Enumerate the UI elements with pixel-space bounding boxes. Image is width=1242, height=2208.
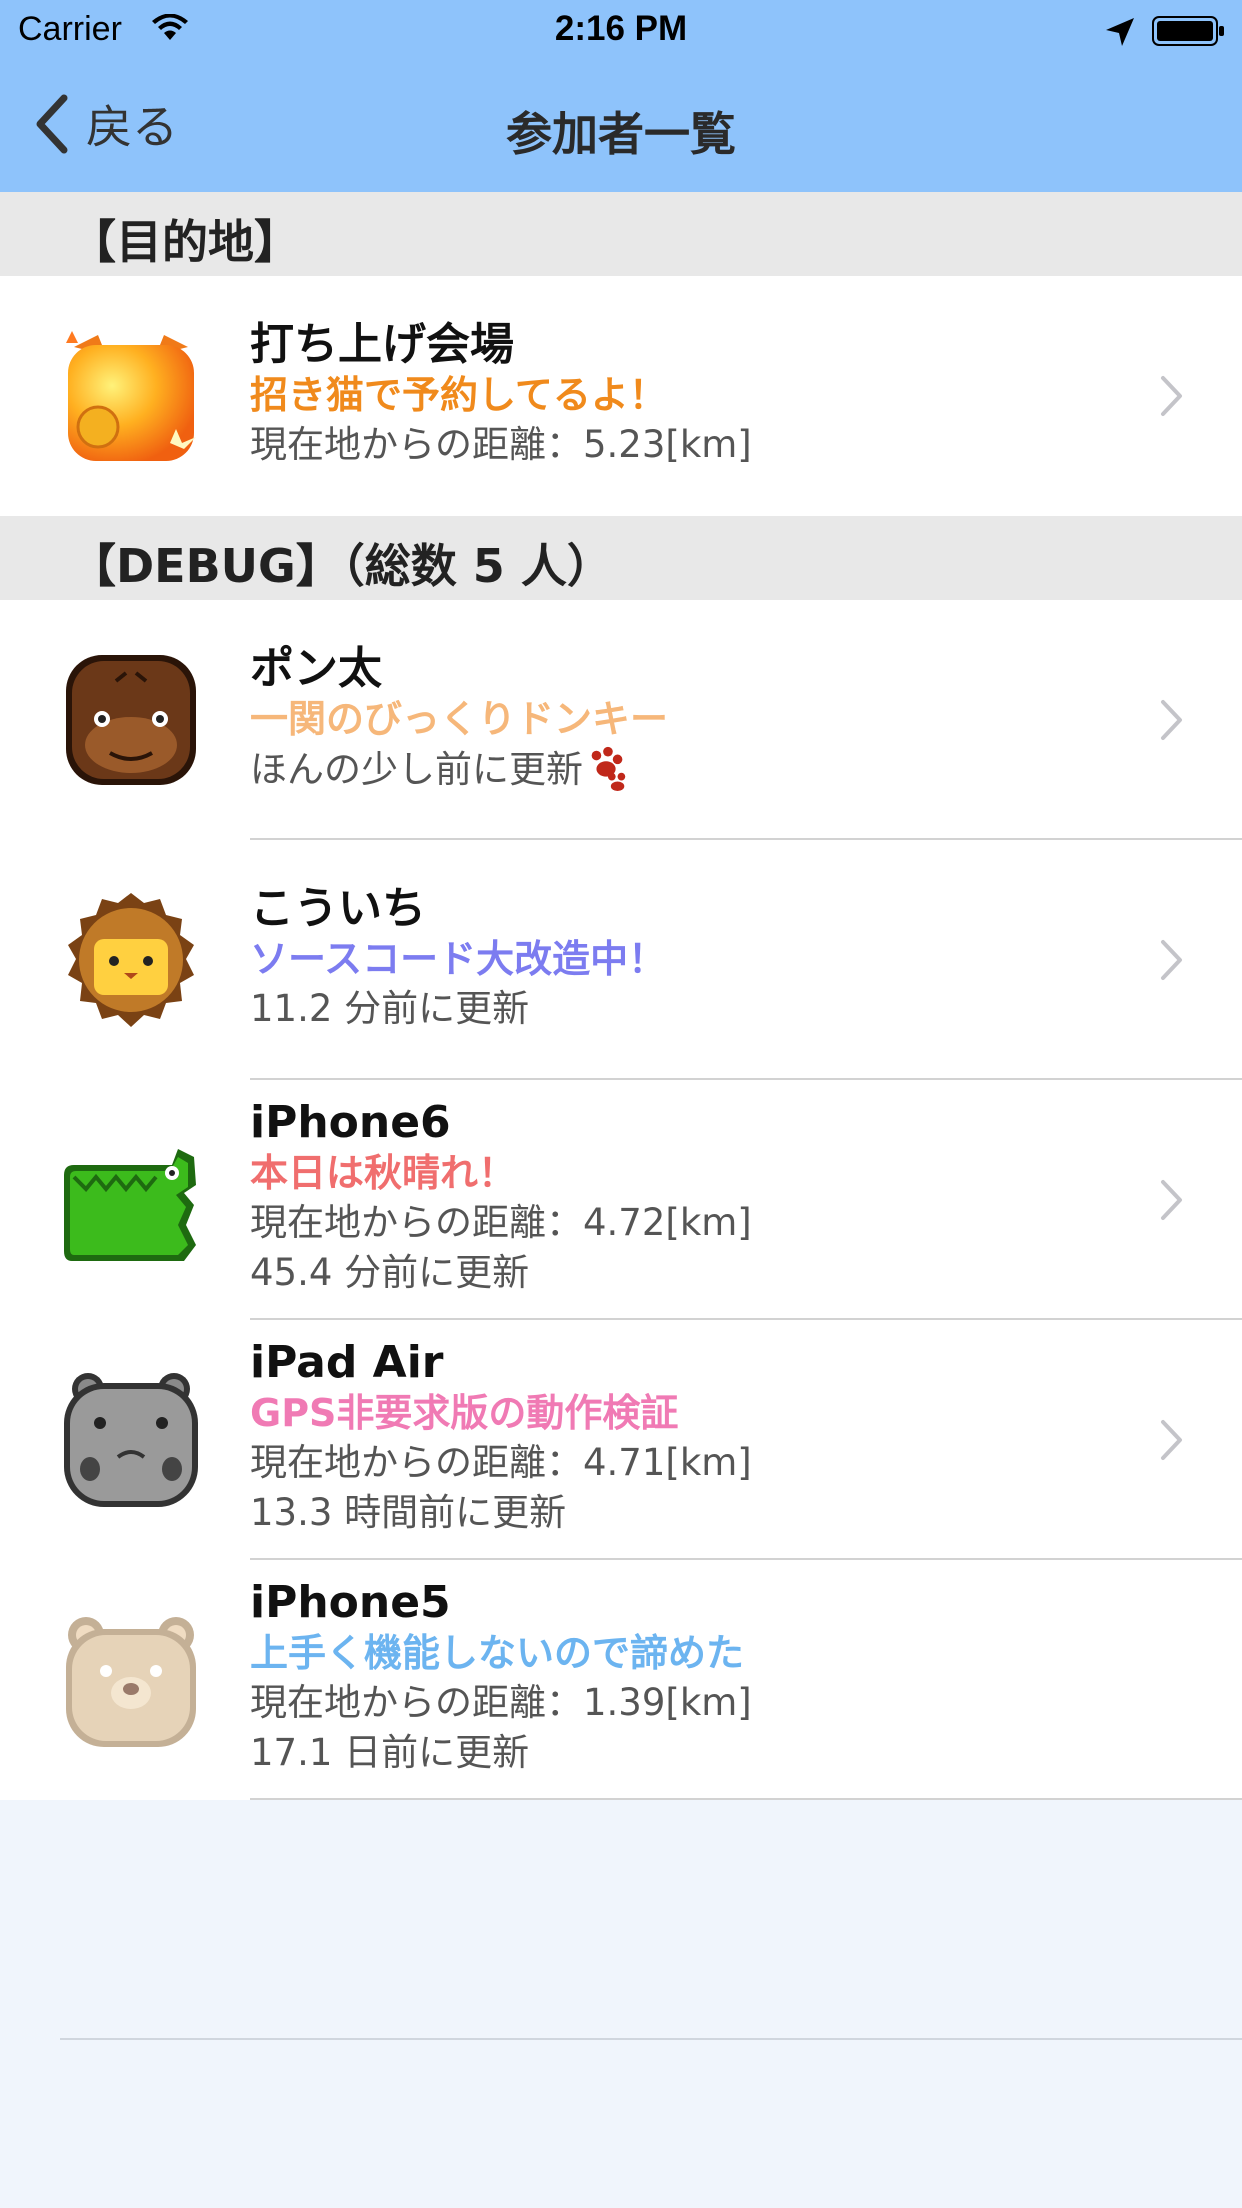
participant-updated: 11.2 分前に更新	[250, 987, 530, 1030]
chevron-right-icon	[1161, 700, 1182, 740]
participant-message: 本日は秋晴れ！	[250, 1151, 517, 1195]
row-separator	[250, 1798, 1242, 1800]
section-title: 【DEBUG】（総数 5 人）	[70, 539, 613, 593]
participant-row[interactable]: iPad Air GPS非要求版の動作検証 現在地からの距離：4.71[km] …	[0, 1320, 1242, 1560]
participant-row[interactable]: iPhone5 上手く機能しないので諦めた 現在地からの距離：1.39[km] …	[0, 1560, 1242, 1800]
battery-icon	[1152, 16, 1224, 46]
participant-message: GPS非要求版の動作検証	[250, 1391, 679, 1435]
chevron-right-icon	[1161, 376, 1182, 416]
participant-row[interactable]: iPhone6 本日は秋晴れ！ 現在地からの距離：4.72[km] 45.4 分…	[0, 1080, 1242, 1320]
table-footer-separator	[60, 2038, 1242, 2040]
participant-updated: ほんの少し前に更新	[250, 744, 1122, 795]
crocodile-icon	[64, 1149, 196, 1261]
section-header-debug: 【DEBUG】（総数 5 人）	[0, 516, 1242, 600]
participant-distance: 現在地からの距離：4.71[km]	[250, 1441, 752, 1484]
chevron-right-icon	[1161, 1420, 1182, 1460]
section-title: 【目的地】	[70, 215, 300, 269]
chevron-right-icon	[1161, 940, 1182, 980]
participant-name: ポン太	[250, 643, 382, 694]
participant-distance: 現在地からの距離：4.72[km]	[250, 1201, 752, 1244]
page-title: 参加者一覧	[506, 107, 736, 161]
navigation-bar: Carrier 2:16 PM 戻る 参加者一覧	[0, 0, 1242, 193]
participant-name: iPhone6	[250, 1097, 451, 1148]
paw-icon	[591, 746, 626, 792]
destination-message: 招き猫で予約してるよ！	[250, 373, 667, 417]
participant-name: こういち	[250, 883, 426, 934]
participant-name: iPhone5	[250, 1577, 451, 1628]
chevron-right-icon	[1161, 1180, 1182, 1220]
participant-message: ソースコード大改造中！	[250, 937, 667, 981]
bear-icon	[66, 1617, 196, 1747]
lion-icon	[68, 893, 194, 1027]
participant-row[interactable]: こういち ソースコード大改造中！ 11.2 分前に更新	[0, 840, 1242, 1080]
participant-message: 一関のびっくりドンキー	[250, 697, 669, 741]
participant-updated: 17.1 日前に更新	[250, 1731, 530, 1774]
participant-distance: 現在地からの距離：1.39[km]	[250, 1681, 752, 1724]
destination-distance: 現在地からの距離：5.23[km]	[250, 423, 752, 466]
section-header-destination: 【目的地】	[0, 192, 1242, 276]
status-bar: Carrier 2:16 PM	[0, 0, 1242, 62]
status-time: 2:16 PM	[554, 9, 688, 48]
destination-name: 打ち上げ会場	[250, 319, 514, 370]
destination-row[interactable]: 打ち上げ会場 招き猫で予約してるよ！ 現在地からの距離：5.23[km]	[0, 276, 1242, 516]
location-arrow-icon	[1106, 18, 1134, 46]
hippo-icon	[64, 1373, 198, 1507]
participant-message: 上手く機能しないので諦めた	[250, 1631, 745, 1675]
maneki-neko-icon	[66, 331, 196, 461]
gorilla-icon	[66, 655, 196, 785]
participant-row[interactable]: ポン太 一関のびっくりドンキー ほんの少し前に更新	[0, 600, 1242, 840]
participant-updated: 13.3 時間前に更新	[250, 1491, 567, 1534]
participant-name: iPad Air	[250, 1337, 444, 1388]
participant-updated: 45.4 分前に更新	[250, 1251, 530, 1294]
